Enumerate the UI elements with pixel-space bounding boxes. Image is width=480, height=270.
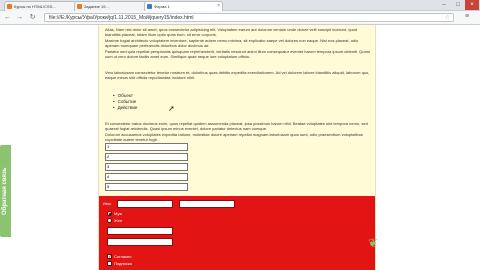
page-favicon-icon — [7, 4, 12, 9]
tab-2[interactable]: Задание 19... × — [74, 1, 153, 11]
tab-3-active[interactable]: Форма 1 × — [144, 1, 223, 11]
radio-option-2[interactable] — [107, 218, 112, 223]
feedback-side-tab[interactable]: Обратная связь — [0, 145, 11, 237]
text-box[interactable]: 1 — [105, 143, 188, 151]
tab-1[interactable]: Курсы по HTML/CSS... × — [4, 1, 83, 11]
page-favicon-icon — [77, 4, 82, 9]
minimize-button[interactable]: – — [437, 0, 451, 10]
radio-label: Муж — [114, 211, 123, 216]
forward-button[interactable]: → — [15, 13, 24, 22]
radio-option-1[interactable] — [107, 211, 112, 216]
url-text: file:///E:/Курсы/Уфа/Уроки/jq/1.11.2015_… — [49, 15, 194, 21]
paragraph: Et consectetur natus ducimus enim, quos … — [105, 121, 368, 131]
back-button[interactable]: ← — [3, 13, 12, 22]
watermark-leaf-icon: ❦ — [368, 236, 379, 250]
text-input[interactable] — [107, 227, 173, 235]
page-favicon-icon — [147, 4, 152, 9]
tab-label: Курсы по HTML/CSS... — [14, 4, 56, 9]
paragraph: Alias, Nam nisi dolor sit amet, quos con… — [105, 27, 358, 37]
radio-label: Жен — [114, 218, 123, 223]
page-content: Alias, Nam nisi dolor sit amet, quos con… — [98, 25, 376, 270]
watermark-text: navo.com — [378, 246, 444, 262]
page-viewport: Обратная связь Alias, Nam nisi dolor sit… — [0, 25, 480, 270]
bookmark-star-icon[interactable]: ☆ — [445, 14, 450, 21]
text-input[interactable] — [107, 238, 173, 246]
text-box[interactable]: 2 — [105, 153, 188, 161]
paragraph: Dolorum accusamus voluptates expedita ra… — [105, 132, 363, 142]
address-bar[interactable]: file:///E:/Курсы/Уфа/Уроки/jq/1.11.2015_… — [44, 13, 454, 22]
paragraph: Vero laboriosam consectetur tenetur nost… — [105, 70, 370, 80]
browser-toolbar: ← → ↻ file:///E:/Курсы/Уфа/Уроки/jq/1.11… — [0, 11, 480, 25]
browser-window: Курсы по HTML/CSS... × Задание 19... × Ф… — [0, 0, 480, 270]
paragraph: Maxime fugiat architecto voluptatem inve… — [105, 38, 359, 48]
list-item: Действие — [113, 105, 138, 111]
text-box[interactable]: 5 — [105, 183, 188, 191]
mouse-cursor-icon: ➚ — [168, 104, 175, 113]
close-tab-icon[interactable]: × — [217, 2, 220, 11]
paragraph: Pariatur sed quia repellat perspiciatis … — [105, 49, 371, 59]
checkbox-1[interactable]: ✓ — [107, 254, 112, 260]
close-window-button[interactable]: × — [465, 0, 479, 10]
text-box[interactable]: 3 — [105, 163, 188, 171]
red-form: Имя Муж Жен ✓ Согласен Подписка — [99, 196, 375, 270]
maximize-button[interactable]: □ — [451, 0, 465, 10]
checkbox-label: Подписка — [114, 261, 132, 266]
name-input[interactable] — [117, 200, 173, 208]
reload-button[interactable]: ↻ — [28, 13, 37, 22]
second-input[interactable] — [179, 200, 235, 208]
checkbox-label: Согласен — [114, 254, 132, 259]
tab-label: Форма 1 — [154, 4, 170, 9]
text-box[interactable]: 4 — [105, 173, 188, 181]
tab-bar: Курсы по HTML/CSS... × Задание 19... × Ф… — [0, 0, 480, 11]
textbox-group: 1 2 3 4 5 — [105, 143, 188, 193]
bullet-list: Объект Событие Действие — [113, 93, 138, 111]
tab-label: Задание 19... — [84, 4, 109, 9]
browser-menu-button[interactable]: ≡ — [462, 13, 472, 22]
checkbox-2[interactable] — [107, 261, 112, 266]
name-label: Имя — [103, 201, 111, 206]
